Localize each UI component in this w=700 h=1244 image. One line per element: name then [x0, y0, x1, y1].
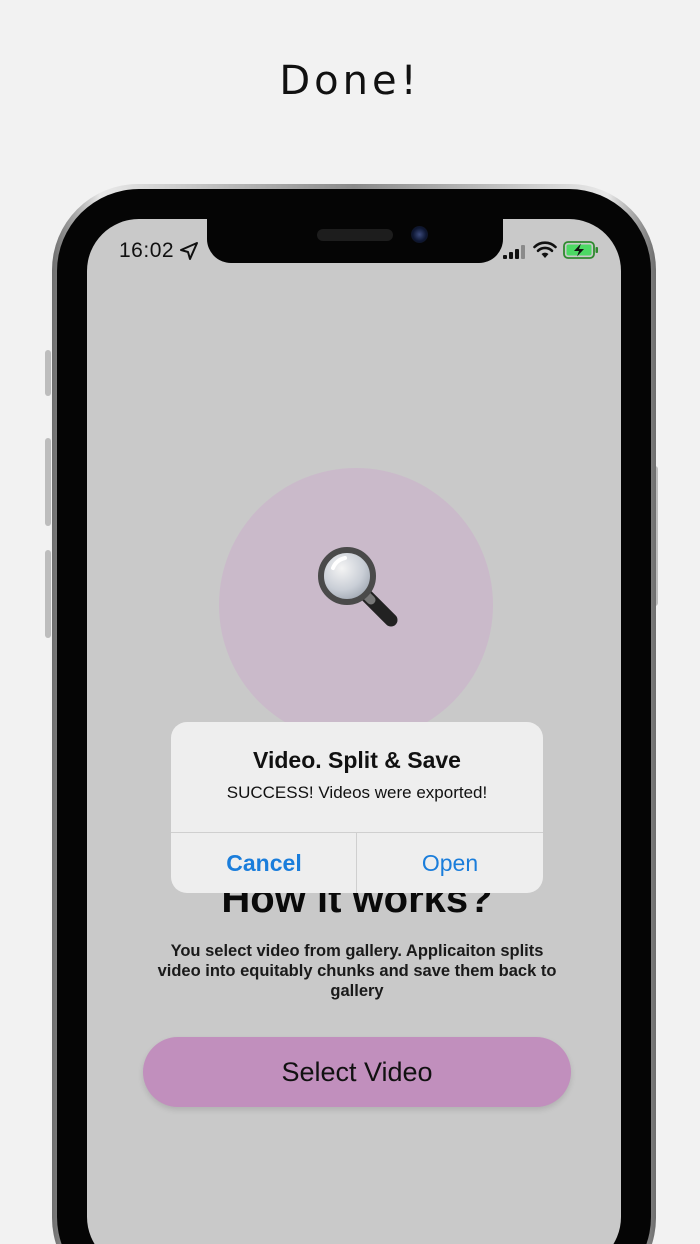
battery-charging-icon — [563, 241, 598, 259]
alert-title: Video. Split & Save — [253, 747, 461, 773]
phone-silent-switch — [45, 350, 51, 396]
notch — [207, 219, 503, 263]
page: Done! 16:02 How it works? You select vid… — [0, 0, 700, 1244]
how-it-works-description: You select video from gallery. Applicait… — [157, 942, 557, 1000]
magnifying-glass-icon — [318, 547, 398, 627]
location-arrow-icon — [180, 242, 198, 260]
cellular-signal-icon — [503, 245, 525, 259]
alert-open-button[interactable]: Open — [357, 833, 543, 893]
status-time: 16:02 — [119, 239, 175, 262]
alert-message: SUCCESS! Videos were exported! — [226, 783, 488, 802]
alert-dialog: Video. Split & Save SUCCESS! Videos were… — [171, 722, 543, 893]
front-camera — [411, 226, 428, 243]
select-video-button[interactable]: Select Video — [143, 1037, 571, 1107]
alert-cancel-button[interactable]: Cancel — [171, 833, 357, 893]
headline: Done! — [279, 58, 421, 104]
feature-circle — [219, 468, 493, 742]
phone-bezel: 16:02 How it works? You select video fro… — [57, 189, 651, 1244]
phone-volume-up-button — [45, 438, 51, 526]
phone-frame: 16:02 How it works? You select video fro… — [52, 184, 656, 1244]
phone-volume-down-button — [45, 550, 51, 638]
speaker-grille — [317, 229, 393, 241]
wifi-icon — [533, 241, 557, 258]
phone-screen: 16:02 How it works? You select video fro… — [87, 219, 621, 1244]
